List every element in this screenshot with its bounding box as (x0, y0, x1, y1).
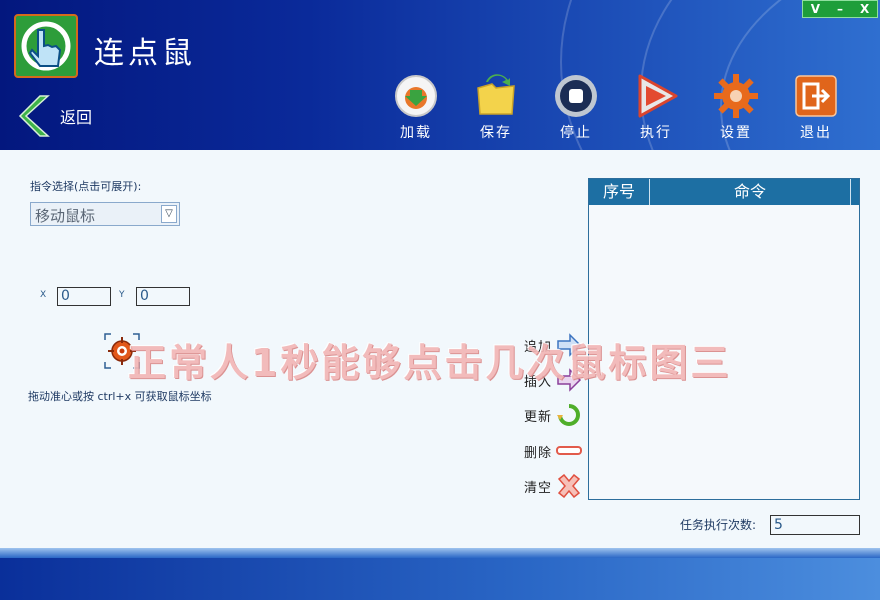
back-chevron-icon (18, 95, 50, 137)
y-coordinate-input[interactable]: 0 (136, 287, 190, 306)
load-button[interactable]: 加载 (388, 72, 444, 142)
minimize-button[interactable]: – (828, 1, 853, 17)
load-icon (395, 75, 437, 117)
stop-label: 停止 (560, 125, 592, 141)
play-icon (638, 74, 678, 118)
clear-button[interactable]: 清空 (524, 474, 582, 498)
minimize-to-tray-button[interactable]: V (803, 1, 828, 17)
exit-button[interactable]: 退出 (788, 72, 844, 142)
window-controls: V – X (802, 0, 878, 18)
close-button[interactable]: X (852, 1, 877, 17)
execute-label: 执行 (640, 125, 672, 141)
app-logo (14, 14, 78, 78)
settings-label: 设置 (720, 125, 752, 141)
save-folder-icon (477, 74, 515, 115)
clear-x-icon (557, 474, 581, 498)
exit-icon (795, 75, 837, 117)
column-header-command[interactable]: 命令 (650, 179, 851, 205)
load-label: 加载 (400, 125, 432, 141)
exit-label: 退出 (800, 125, 832, 141)
watermark-caption: 正常人1秒能够点击几次鼠标图三 (128, 341, 732, 385)
hand-cursor-icon (21, 21, 71, 71)
save-label: 保存 (480, 125, 512, 141)
task-count-label: 任务执行次数: (680, 518, 757, 532)
app-title: 连点鼠 (94, 36, 196, 71)
update-label: 更新 (524, 409, 553, 425)
refresh-icon (557, 404, 580, 426)
x-coordinate-input[interactable]: 0 (57, 287, 111, 306)
bottom-banner (0, 548, 880, 600)
settings-button[interactable]: 设置 (708, 72, 764, 142)
back-label: 返回 (60, 108, 93, 127)
command-list-header: 序号 命令 (589, 179, 859, 205)
command-select-label: 指令选择(点击可展开): (30, 180, 142, 193)
chevron-down-icon[interactable]: ▽ (161, 205, 177, 223)
command-select-value: 移动鼠标 (35, 207, 96, 225)
x-label: X (40, 290, 47, 300)
coordinate-hint: 拖动准心或按 ctrl+x 可获取鼠标坐标 (28, 390, 212, 403)
header: V – X 连点鼠 返回 加载 保存 停止 执行 设置 退出 (0, 0, 880, 150)
gear-icon (714, 74, 758, 118)
execute-button[interactable]: 执行 (628, 72, 684, 142)
task-count-input[interactable]: 5 (770, 515, 860, 535)
y-label: Y (119, 290, 125, 300)
stop-icon (555, 75, 597, 117)
command-select[interactable]: 移动鼠标 ▽ (30, 202, 180, 226)
save-button[interactable]: 保存 (468, 72, 524, 142)
minus-icon (556, 446, 582, 455)
delete-label: 删除 (524, 445, 553, 461)
stop-button[interactable]: 停止 (548, 72, 604, 142)
column-header-seq[interactable]: 序号 (589, 179, 650, 205)
app-window: V – X 连点鼠 返回 加载 保存 停止 执行 设置 退出 指令选择(点击可展… (0, 0, 880, 600)
update-button[interactable]: 更新 (524, 403, 582, 427)
back-button[interactable]: 返回 (18, 92, 92, 140)
clear-label: 清空 (524, 480, 553, 496)
delete-button[interactable]: 删除 (524, 439, 582, 463)
